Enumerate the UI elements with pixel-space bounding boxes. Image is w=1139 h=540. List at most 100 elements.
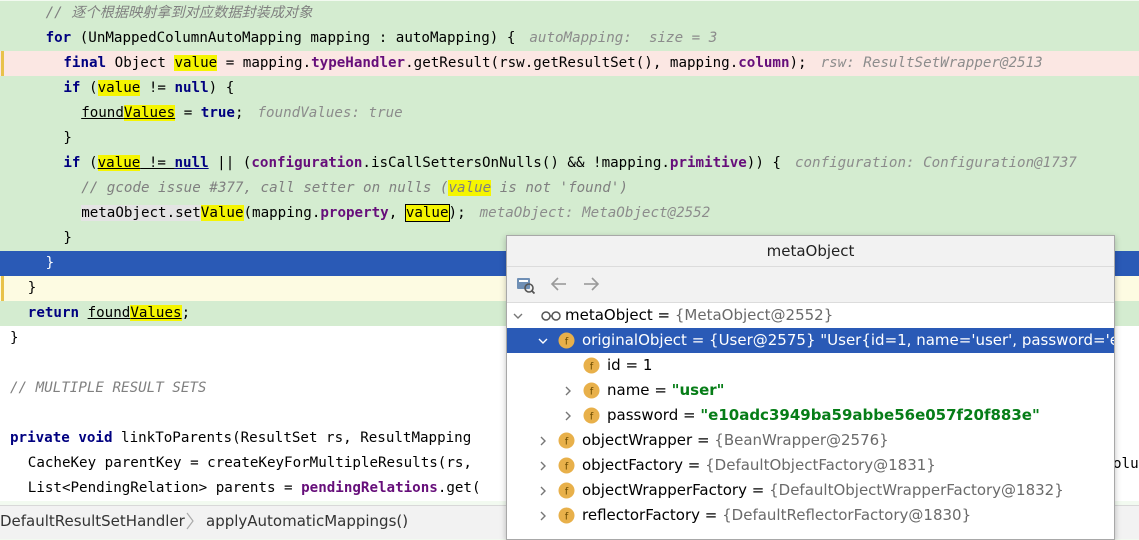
code-token: return [27,305,80,321]
code-line[interactable]: metaObject.setValue(mapping.property, va… [0,201,1139,226]
tree-row-text: originalObject = {User@2575} "User{id=1,… [582,328,1115,353]
code-token: , [388,205,406,221]
tree-row[interactable]: f reflectorFactory = {DefaultReflectorFac… [507,503,1114,528]
equals-sign: = [683,456,706,474]
code-token: } [63,230,72,246]
code-token: Object [106,55,175,71]
code-line[interactable]: for (UnMappedColumnAutoMapping mapping :… [0,26,1139,51]
variable-value: {DefaultObjectWrapperFactory@1832} [769,481,1064,499]
code-token: } [10,330,19,346]
equals-sign: = [692,431,715,449]
inline-debug-hint: metaObject: MetaObject@2552 [479,205,711,221]
inline-debug-hint: foundValues: true [257,105,403,121]
code-token: column [738,55,790,71]
code-line[interactable]: } [0,126,1139,151]
code-token: Values [130,305,182,321]
code-token: private [10,430,70,446]
popup-toolbar [507,267,1114,303]
breadcrumb-class[interactable]: DefaultResultSetHandler [0,512,185,530]
code-token: Values [123,105,176,121]
equals-sign: = [678,406,701,424]
code-token: null [174,155,209,171]
tree-row[interactable]: f id = 1 [507,353,1114,378]
variable-inspector-popup[interactable]: metaObject metaObject = {MetaObject@2552… [506,235,1115,540]
tree-row-text: reflectorFactory = {DefaultReflectorFact… [582,503,971,528]
tree-row[interactable]: f name = "user" [507,378,1114,403]
code-token: null [174,80,209,96]
code-token: pendingRelations [301,480,438,496]
tree-row-text: id = 1 [607,353,652,378]
equals-sign: = [620,356,643,374]
code-token: } [63,130,72,146]
svg-text:f: f [565,462,569,473]
equals-sign: = [652,306,675,324]
gutter-marker [1,276,4,301]
svg-text:f: f [590,412,594,423]
tree-row-text: objectWrapper = {BeanWrapper@2576} [582,428,889,453]
tree-row[interactable]: f originalObject = {User@2575} "User{id=1… [507,328,1114,353]
tree-row[interactable]: f objectWrapper = {BeanWrapper@2576} [507,428,1114,453]
variable-value: {DefaultReflectorFactory@1830} [722,506,972,524]
code-token: != [140,80,175,96]
code-token: value [404,204,450,222]
back-arrow-icon[interactable] [549,274,569,294]
code-token: found [87,305,131,321]
code-token: ( [80,80,98,96]
code-token: value [174,55,218,71]
code-token: ( [80,155,98,171]
tree-row-text: objectFactory = {DefaultObjectFactory@18… [582,453,936,478]
tree-row[interactable]: metaObject = {MetaObject@2552} [507,303,1114,328]
code-token: // 逐个根据映射拿到对应数据封装成对象 [45,5,313,21]
code-token: } [27,280,37,296]
code-line[interactable]: if (value != null) { [0,76,1139,101]
code-token: for [45,30,72,46]
code-line[interactable]: foundValues = true; foundValues: true [0,101,1139,126]
variable-name: password [607,406,679,424]
variable-value: {MetaObject@2552} [674,306,834,324]
code-token: configuration [251,155,363,171]
variable-value: "e10adc3949ba59abbe56e057f20f883e" [700,406,1040,424]
breadcrumb-method[interactable]: applyAutomaticMappings() [206,512,408,530]
variable-value: {User@2575} "User{id=1, name='user', pas… [709,331,1115,349]
variable-name: objectFactory [582,456,684,474]
code-token: = [175,105,201,121]
code-token: if [63,80,81,96]
variable-name: originalObject [582,331,687,349]
forward-arrow-icon[interactable] [581,274,601,294]
variable-name: metaObject [565,306,653,324]
inline-debug-hint: autoMapping: size = 3 [529,30,718,46]
tree-row-text: metaObject = {MetaObject@2552} [565,303,833,328]
code-line[interactable]: // 逐个根据映射拿到对应数据封装成对象 [0,1,1139,26]
code-token: ; [181,305,191,321]
code-token: found [81,105,124,121]
tree-row-text: objectWrapperFactory = {DefaultObjectWra… [582,478,1064,503]
code-token: (UnMappedColumnAutoMapping mapping : aut… [71,30,516,46]
variable-value: {DefaultObjectFactory@1831} [705,456,936,474]
code-token: value [448,180,492,196]
navigate-icon[interactable] [515,274,535,294]
equals-sign: = [649,381,672,399]
code-token: linkToParents(ResultSet rs, ResultMappin… [112,430,472,446]
code-token: || ( [208,155,252,171]
variable-name: id [607,356,621,374]
code-token: != [140,155,175,171]
code-token: ) { [208,80,235,96]
tree-row[interactable]: f objectWrapperFactory = {DefaultObjectWr… [507,478,1114,503]
variable-value: "user" [671,381,725,399]
code-line[interactable]: final Object value = mapping.typeHandler… [0,51,1139,76]
code-line[interactable]: // gcode issue #377, call setter on null… [0,176,1139,201]
tree-row[interactable]: f password = "e10adc3949ba59abbe56e057f20… [507,403,1114,428]
svg-text:f: f [590,362,594,373]
code-token: true [200,105,235,121]
code-token: (mapping. [243,205,321,221]
tree-row[interactable]: f objectFactory = {DefaultObjectFactory@1… [507,453,1114,478]
code-token: CacheKey parentKey = createKeyForMultipl… [27,455,472,471]
popup-title: metaObject [507,236,1114,267]
code-token: if [63,155,81,171]
gutter-marker [1,51,4,76]
code-line[interactable]: if (value != null || (configuration.isCa… [0,151,1139,176]
code-token: value [97,155,141,171]
code-token: .get( [437,480,481,496]
breadcrumb-separator-icon [185,510,195,536]
